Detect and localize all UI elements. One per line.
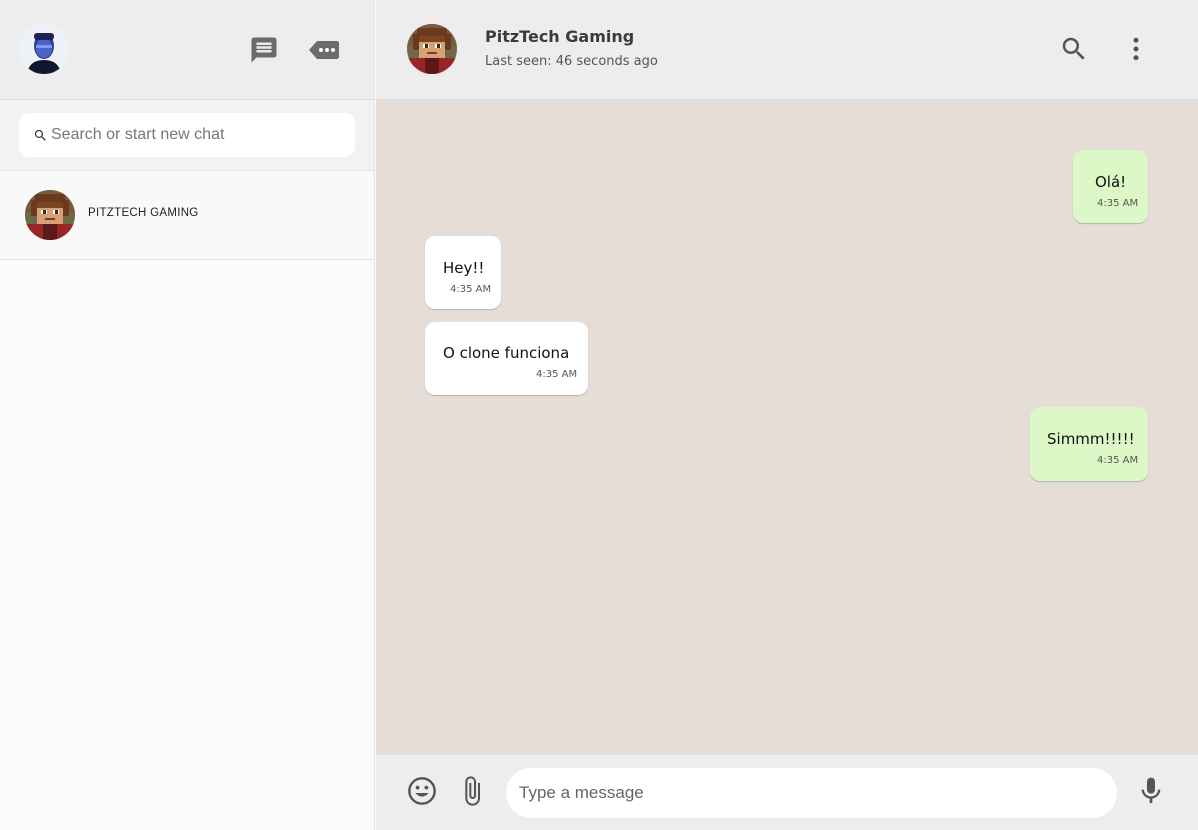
message-composer xyxy=(376,755,1198,830)
menu-dots-icon[interactable] xyxy=(1121,34,1151,64)
search-icon xyxy=(34,129,46,141)
message-time: 4:35 AM xyxy=(450,284,492,295)
chat-panel: PitzTech Gaming Last seen: 46 seconds ag… xyxy=(376,0,1198,830)
search-input[interactable] xyxy=(51,126,341,144)
message-time: 4:35 AM xyxy=(1097,198,1139,209)
search-section xyxy=(0,100,374,171)
message-bubble-incoming[interactable]: Hey!! 4:35 AM xyxy=(425,236,501,309)
search-box xyxy=(19,113,355,157)
message-input[interactable] xyxy=(506,768,1117,818)
contact-status: Last seen: 46 seconds ago xyxy=(485,54,658,69)
message-text: Hey!! xyxy=(443,259,485,277)
message-time: 4:35 AM xyxy=(1097,455,1139,466)
message-text: Olá! xyxy=(1095,173,1127,191)
message-text: Simmm!!!!! xyxy=(1047,430,1135,448)
search-icon[interactable] xyxy=(1059,34,1089,64)
message-area: Olá! 4:35 AM Hey!! 4:35 AM O clone funci… xyxy=(376,100,1198,755)
message-bubble-outgoing[interactable]: Olá! 4:35 AM xyxy=(1073,150,1148,223)
user-avatar[interactable] xyxy=(19,24,69,74)
chat-list-item[interactable]: PITZTECH GAMING xyxy=(0,171,374,260)
attach-icon[interactable] xyxy=(456,775,488,807)
more-chats-icon[interactable] xyxy=(309,35,339,65)
message-time: 4:35 AM xyxy=(536,369,578,380)
message-bubble-outgoing[interactable]: Simmm!!!!! 4:35 AM xyxy=(1030,407,1148,481)
chat-list-item-name: PITZTECH GAMING xyxy=(88,207,199,219)
contact-name: PitzTech Gaming xyxy=(485,27,635,46)
message-bubble-incoming[interactable]: O clone funciona 4:35 AM xyxy=(425,322,588,395)
sidebar: PITZTECH GAMING xyxy=(0,0,375,830)
contact-avatar xyxy=(25,190,75,240)
chat-icon[interactable] xyxy=(249,35,279,65)
contact-header-avatar[interactable] xyxy=(407,24,457,74)
message-text: O clone funciona xyxy=(443,344,570,362)
sidebar-header xyxy=(0,0,374,100)
mic-icon[interactable] xyxy=(1135,775,1167,807)
chat-header: PitzTech Gaming Last seen: 46 seconds ag… xyxy=(376,0,1198,100)
emoji-icon[interactable] xyxy=(406,775,438,807)
